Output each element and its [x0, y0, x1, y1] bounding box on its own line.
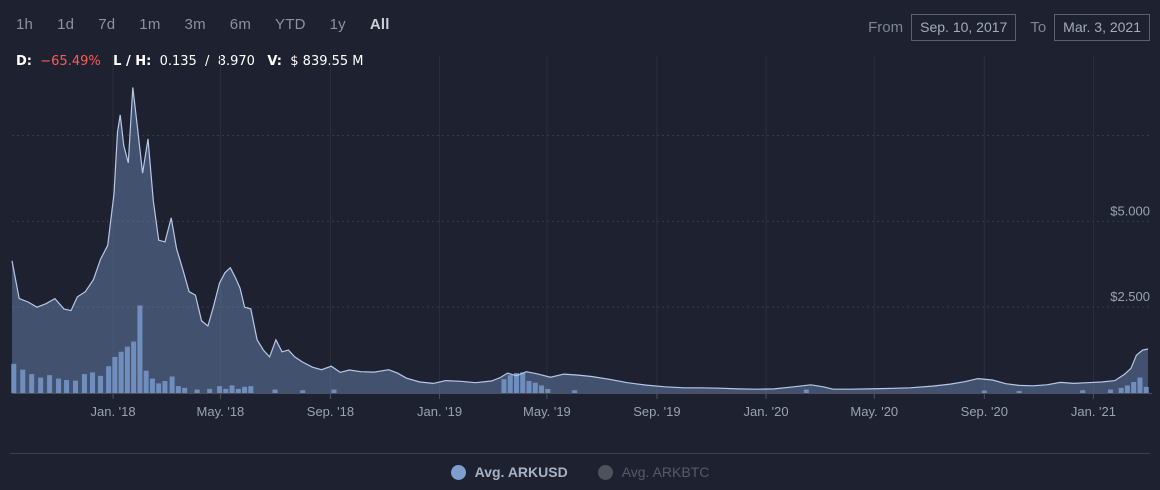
x-tick-label: Sep. '20: [961, 404, 1008, 419]
area-fill: [12, 87, 1148, 394]
x-tick-label: Jan. '20: [743, 404, 788, 419]
legend-item-arkbtc[interactable]: Avg. ARKBTC: [597, 464, 710, 480]
x-tick-label: Sep. '18: [307, 404, 354, 419]
x-tick-label: May. '18: [197, 404, 245, 419]
legend-divider: [10, 453, 1150, 454]
legend: Avg. ARKUSD Avg. ARKBTC: [0, 464, 1160, 480]
y-tick-label: $2.500: [1110, 289, 1150, 304]
x-tick-label: Sep. '19: [633, 404, 680, 419]
legend-label-arkusd: Avg. ARKUSD: [474, 464, 568, 480]
legend-label-arkbtc: Avg. ARKBTC: [621, 464, 710, 480]
price-chart[interactable]: Jan. '18 May. '18 Sep. '18 Jan. '19 May. '19…: [0, 0, 1160, 450]
x-tick-label: Jan. '19: [417, 404, 462, 419]
legend-item-arkusd[interactable]: Avg. ARKUSD: [450, 464, 568, 480]
x-tick-label: May. '19: [523, 404, 571, 419]
arkbtc-dot-icon: [597, 464, 613, 480]
price-area: [11, 87, 1149, 394]
arkusd-dot-icon: [450, 464, 466, 480]
y-axis: $2.500 $5.000: [1110, 203, 1150, 304]
x-tick-label: Jan. '21: [1071, 404, 1116, 419]
x-tick-label: May. '20: [850, 404, 898, 419]
y-tick-label: $5.000: [1110, 203, 1150, 218]
x-tick-label: Jan. '18: [91, 404, 136, 419]
x-axis: Jan. '18 May. '18 Sep. '18 Jan. '19 May. '19…: [12, 393, 1152, 419]
